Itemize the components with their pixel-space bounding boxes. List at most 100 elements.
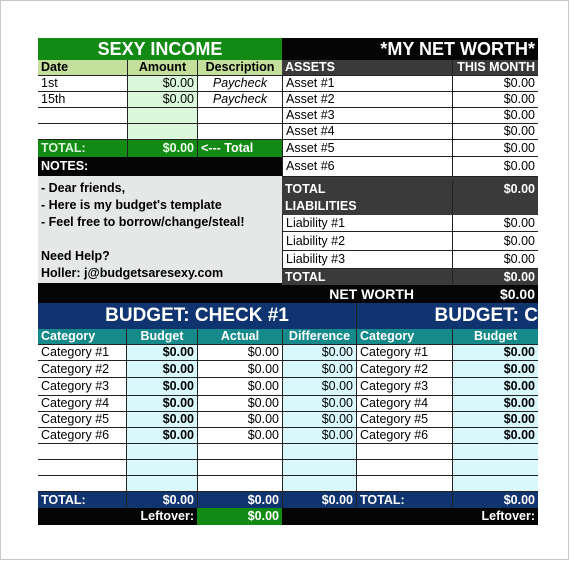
notes-line: Holler: j@budgetsaresexy.com xyxy=(41,266,224,280)
budget2-row-category[interactable]: Category #3 xyxy=(356,378,452,396)
budget1-row-difference[interactable]: $0.00 xyxy=(282,361,356,378)
budget1-row-difference[interactable]: $0.00 xyxy=(282,345,356,361)
budget1-row-budget[interactable]: $0.00 xyxy=(126,345,197,361)
budget1-row-category[interactable] xyxy=(38,460,126,476)
budget1-row-actual[interactable]: $0.00 xyxy=(197,345,282,361)
income-row-description[interactable]: Paycheck xyxy=(197,92,282,108)
budget1-row-budget[interactable] xyxy=(126,460,197,476)
income-row-date[interactable] xyxy=(38,124,127,140)
liability-name[interactable]: Liability #3 xyxy=(282,251,452,269)
budget1-row-category[interactable]: Category #1 xyxy=(38,345,126,361)
budget2-row-category[interactable]: Category #1 xyxy=(356,345,452,361)
notes-box[interactable]: - Dear friends, - Here is my budget's tem… xyxy=(38,176,282,283)
budget1-row-actual[interactable] xyxy=(197,460,282,476)
liability-name[interactable]: Liability #2 xyxy=(282,232,452,251)
budget1-leftover-label: Leftover: xyxy=(38,508,197,525)
liability-value[interactable]: $0.00 xyxy=(452,232,538,251)
budget1-row-budget[interactable]: $0.00 xyxy=(126,378,197,396)
budget1-row-category[interactable]: Category #4 xyxy=(38,396,126,412)
budget1-row-difference[interactable]: $0.00 xyxy=(282,428,356,444)
income-row-amount[interactable]: $0.00 xyxy=(127,76,197,92)
budget1-row-budget[interactable]: $0.00 xyxy=(126,396,197,412)
income-row-amount[interactable] xyxy=(127,124,197,140)
asset-name[interactable]: Asset #6 xyxy=(282,157,452,177)
budget1-row-actual[interactable]: $0.00 xyxy=(197,412,282,428)
income-row-description[interactable] xyxy=(197,124,282,140)
budget1-row-category[interactable] xyxy=(38,444,126,460)
budget1-row-actual[interactable]: $0.00 xyxy=(197,361,282,378)
income-row-amount[interactable]: $0.00 xyxy=(127,92,197,108)
asset-name[interactable]: Asset #5 xyxy=(282,140,452,157)
budget1-row-category[interactable]: Category #2 xyxy=(38,361,126,378)
budget2-row-category[interactable]: Category #6 xyxy=(356,428,452,444)
budget2-row-category[interactable] xyxy=(356,460,452,476)
income-row-date[interactable]: 15th xyxy=(38,92,127,108)
budget1-row-budget[interactable]: $0.00 xyxy=(126,428,197,444)
budget1-row-category[interactable]: Category #6 xyxy=(38,428,126,444)
income-row-date[interactable] xyxy=(38,108,127,124)
budget1-row-actual[interactable]: $0.00 xyxy=(197,396,282,412)
budget2-row-budget[interactable] xyxy=(452,476,538,492)
budget1-row-budget[interactable]: $0.00 xyxy=(126,412,197,428)
budget2-row-budget[interactable] xyxy=(452,444,538,460)
budget1-row-budget[interactable] xyxy=(126,476,197,492)
budget2-row-budget[interactable]: $0.00 xyxy=(452,412,538,428)
budget1-row-difference[interactable]: $0.00 xyxy=(282,396,356,412)
budget2-row-category[interactable] xyxy=(356,444,452,460)
asset-value[interactable]: $0.00 xyxy=(452,92,538,108)
budget1-row-actual[interactable] xyxy=(197,444,282,460)
budget2-row-category[interactable]: Category #5 xyxy=(356,412,452,428)
budget1-row-actual[interactable]: $0.00 xyxy=(197,428,282,444)
budget2-total-label: TOTAL: xyxy=(356,492,452,508)
budget2-row-budget[interactable] xyxy=(452,460,538,476)
budget2-row-category[interactable]: Category #2 xyxy=(356,361,452,378)
budget2-row-budget[interactable]: $0.00 xyxy=(452,361,538,378)
budget1-header-difference: Difference xyxy=(282,329,356,345)
income-header-date: Date xyxy=(38,60,127,76)
budget2-row-budget[interactable]: $0.00 xyxy=(452,378,538,396)
income-total-note: <--- Total xyxy=(197,140,282,157)
budget1-title: BUDGET: CHECK #1 xyxy=(38,303,356,329)
budget1-row-difference[interactable] xyxy=(282,476,356,492)
asset-value[interactable]: $0.00 xyxy=(452,124,538,140)
liability-value[interactable]: $0.00 xyxy=(452,215,538,232)
budget1-row-actual[interactable]: $0.00 xyxy=(197,378,282,396)
budget1-row-difference[interactable]: $0.00 xyxy=(282,412,356,428)
budget1-row-budget[interactable] xyxy=(126,444,197,460)
liabilities-total-label: TOTAL xyxy=(282,269,452,285)
income-row-date[interactable]: 1st xyxy=(38,76,127,92)
income-row-description[interactable]: Paycheck xyxy=(197,76,282,92)
budget1-row-category[interactable] xyxy=(38,476,126,492)
budget1-row-difference[interactable] xyxy=(282,444,356,460)
budget2-row-category[interactable]: Category #4 xyxy=(356,396,452,412)
asset-value[interactable]: $0.00 xyxy=(452,76,538,92)
budget2-total-budget: $0.00 xyxy=(452,492,538,508)
asset-name[interactable]: Asset #3 xyxy=(282,108,452,124)
asset-value[interactable]: $0.00 xyxy=(452,108,538,124)
budget1-row-difference[interactable]: $0.00 xyxy=(282,378,356,396)
asset-value[interactable]: $0.00 xyxy=(452,140,538,157)
budget2-row-budget[interactable]: $0.00 xyxy=(452,345,538,361)
liability-name[interactable]: Liability #1 xyxy=(282,215,452,232)
liability-value[interactable]: $0.00 xyxy=(452,251,538,269)
budget1-row-difference[interactable] xyxy=(282,460,356,476)
income-total-amount: $0.00 xyxy=(127,140,197,157)
asset-name[interactable]: Asset #1 xyxy=(282,76,452,92)
budget1-row-budget[interactable]: $0.00 xyxy=(126,361,197,378)
budget2-row-category[interactable] xyxy=(356,476,452,492)
budget2-row-budget[interactable]: $0.00 xyxy=(452,428,538,444)
income-row-description[interactable] xyxy=(197,108,282,124)
budget1-row-actual[interactable] xyxy=(197,476,282,492)
asset-value[interactable]: $0.00 xyxy=(452,157,538,177)
budget2-row-budget[interactable]: $0.00 xyxy=(452,396,538,412)
income-header-description: Description xyxy=(197,60,282,76)
net-worth-value: $0.00 xyxy=(452,285,538,303)
budget1-row-category[interactable]: Category #3 xyxy=(38,378,126,396)
this-month-header: THIS MONTH xyxy=(452,60,538,76)
budget1-row-category[interactable]: Category #5 xyxy=(38,412,126,428)
asset-name[interactable]: Asset #4 xyxy=(282,124,452,140)
liabilities-header-blank xyxy=(452,198,538,215)
asset-name[interactable]: Asset #2 xyxy=(282,92,452,108)
notes-spacer-row xyxy=(38,283,282,303)
income-row-amount[interactable] xyxy=(127,108,197,124)
